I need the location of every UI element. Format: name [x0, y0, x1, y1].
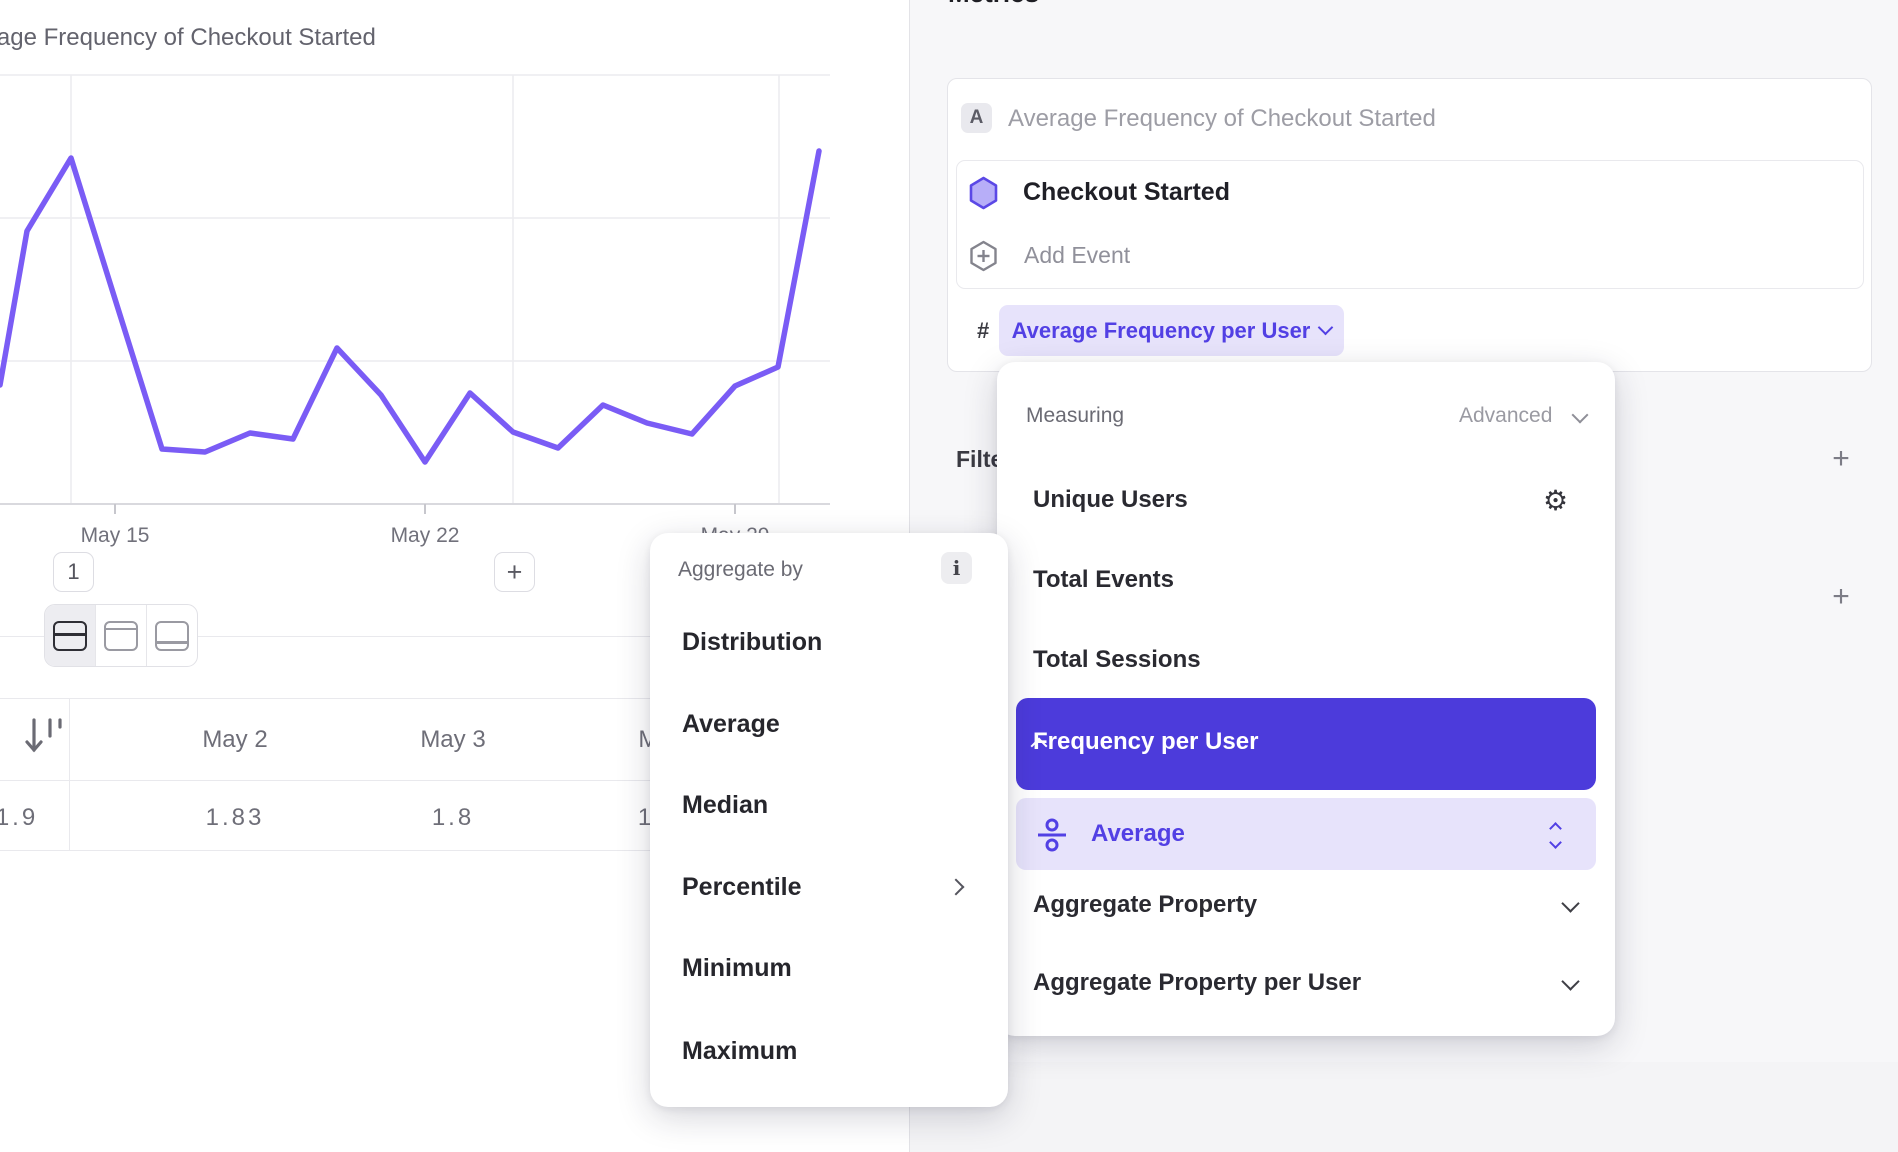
panel-footer-area	[910, 1062, 1898, 1152]
menu-item-total-events[interactable]: Total Events	[1033, 566, 1174, 594]
menu-item-aggregate-property[interactable]: Aggregate Property	[1033, 891, 1257, 919]
menu-item-percentile[interactable]: Percentile	[682, 873, 802, 902]
advanced-dropdown[interactable]: Advanced	[1459, 404, 1552, 428]
view-layout-toggle-group	[44, 604, 198, 667]
table-cell: 1.8	[383, 804, 523, 832]
add-button[interactable]: +	[494, 552, 535, 592]
menu-item-maximum[interactable]: Maximum	[682, 1037, 797, 1066]
menu-item-minimum[interactable]: Minimum	[682, 954, 792, 983]
menu-item-frequency-average[interactable]: Average	[1016, 798, 1596, 870]
aggregate-by-popup	[650, 533, 1008, 1107]
toggle-split-top[interactable]	[96, 605, 147, 666]
chart-value-box[interactable]: 1	[53, 552, 94, 592]
split-bottom-icon	[155, 621, 189, 651]
measurement-dropdown[interactable]: Average Frequency per User	[999, 305, 1344, 356]
table-header-may3[interactable]: May 3	[383, 726, 523, 754]
info-icon[interactable]: i	[941, 552, 972, 584]
split-rows-icon	[53, 621, 87, 651]
aggregate-by-label: Aggregate by	[678, 558, 803, 582]
x-axis-label: May 22	[365, 524, 485, 548]
sort-up-icon	[1549, 822, 1562, 835]
menu-item-unique-users[interactable]: Unique Users	[1033, 486, 1188, 514]
sort-down-icon	[1549, 836, 1562, 849]
table-cell: 1.83	[165, 804, 305, 832]
table-cell: 1.9	[0, 804, 87, 832]
menu-item-average[interactable]: Average	[682, 710, 780, 739]
numeric-type-icon: #	[977, 318, 989, 344]
toggle-split-rows[interactable]	[45, 605, 96, 666]
add-filter-button[interactable]: +	[1829, 448, 1853, 472]
add-event-button[interactable]: Add Event	[1024, 242, 1130, 269]
split-top-icon	[104, 621, 138, 651]
menu-item-distribution[interactable]: Distribution	[682, 628, 822, 657]
insights-report-page: Average Frequency of Checkout Started Ma…	[0, 0, 1898, 1152]
menu-item-median[interactable]: Median	[682, 791, 768, 820]
plus-icon: +	[507, 557, 523, 588]
sort-icon[interactable]	[22, 712, 68, 760]
frequency-line-chart	[0, 0, 830, 560]
chevron-down-icon	[1318, 320, 1334, 336]
menu-item-frequency-per-user[interactable]: Frequency per User	[1016, 698, 1596, 790]
add-event-icon[interactable]	[968, 240, 999, 272]
event-name[interactable]: Checkout Started	[1023, 178, 1230, 207]
metrics-section-heading: Metrics	[948, 0, 1039, 9]
table-header-may2[interactable]: May 2	[165, 726, 305, 754]
average-divide-icon	[1036, 817, 1068, 853]
event-hexagon-icon	[967, 176, 1000, 210]
measuring-label: Measuring	[1026, 404, 1124, 428]
toggle-split-bottom[interactable]	[147, 605, 197, 666]
metric-title[interactable]: Average Frequency of Checkout Started	[1008, 105, 1436, 133]
gear-icon[interactable]: ⚙	[1543, 484, 1568, 517]
menu-item-total-sessions[interactable]: Total Sessions	[1033, 646, 1201, 674]
add-filter-button-2[interactable]: +	[1829, 586, 1853, 610]
menu-item-aggregate-property-per-user[interactable]: Aggregate Property per User	[1033, 969, 1361, 997]
metric-letter-badge: A	[961, 103, 992, 133]
x-axis-label: May 15	[55, 524, 175, 548]
